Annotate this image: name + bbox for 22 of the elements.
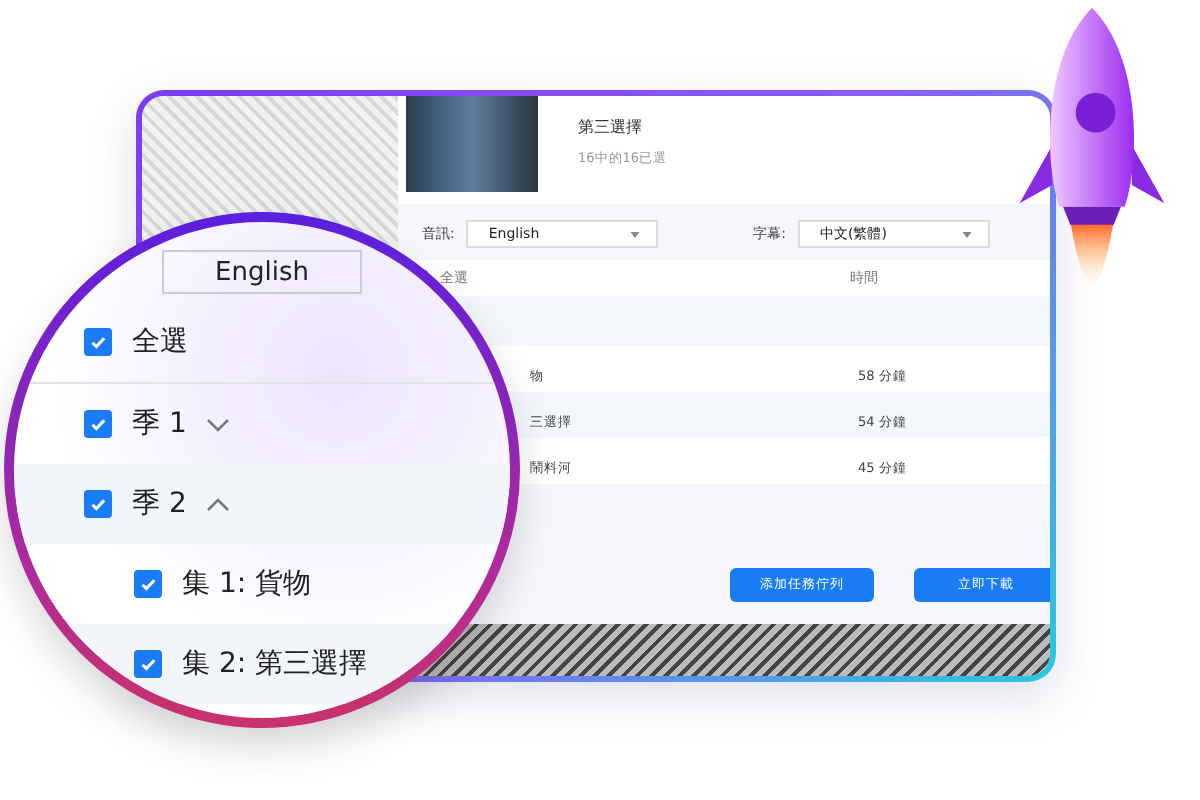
chevron-down-icon[interactable] (206, 417, 231, 431)
episode-label: 集 2: 第三選擇 (182, 646, 368, 682)
checkmark-icon (139, 655, 157, 673)
checkmark-icon (89, 333, 107, 351)
language-field[interactable]: English (162, 250, 362, 294)
episode-title: 第三選擇 (578, 116, 644, 138)
chevron-up-icon[interactable] (206, 497, 231, 511)
checkmark-icon (89, 495, 107, 513)
season-label: 季 1 (132, 406, 187, 442)
photo-placeholder (406, 96, 538, 192)
caret-icon (630, 231, 641, 237)
checkbox[interactable] (84, 410, 112, 438)
checkmark-icon (89, 415, 107, 433)
season-label: 季 2 (132, 486, 187, 522)
caret-icon (962, 231, 972, 237)
checkbox[interactable] (134, 570, 162, 598)
episode-label: 集 1: 貨物 (182, 566, 312, 602)
checkbox[interactable] (84, 328, 112, 356)
checkbox[interactable] (84, 490, 112, 518)
checkbox[interactable] (134, 650, 162, 678)
checkmark-icon (139, 575, 157, 593)
select-all-label: 全選 (132, 324, 188, 360)
